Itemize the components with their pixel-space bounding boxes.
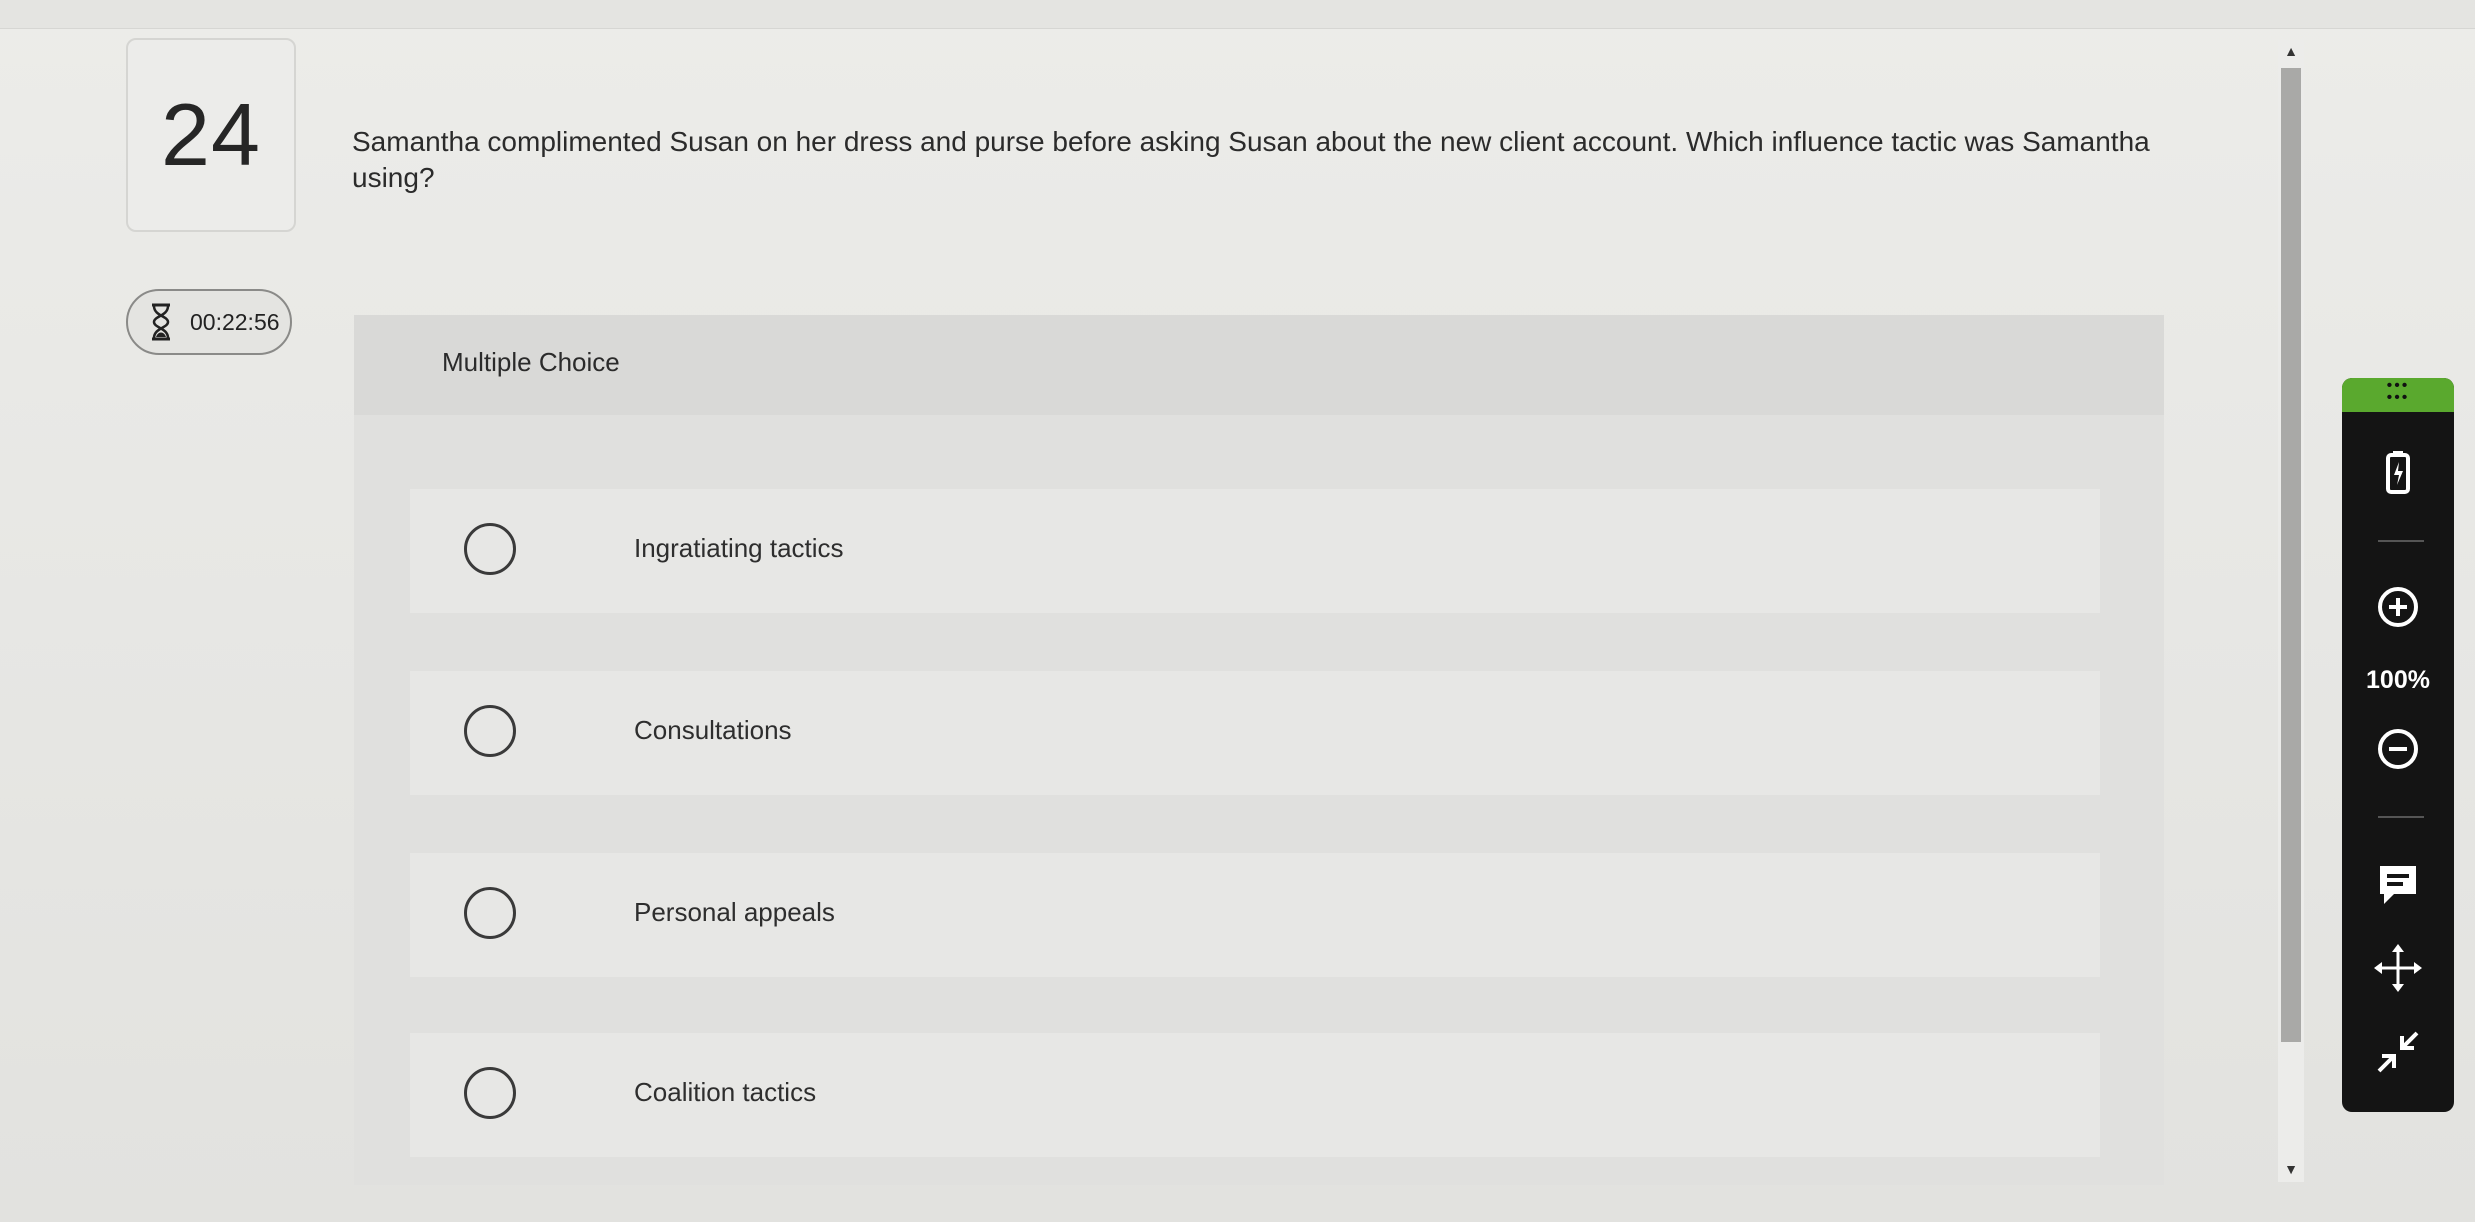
timer-value: 00:22:56 (190, 308, 280, 335)
multiple-choice-panel: Multiple Choice Ingratiating tactics Con… (354, 315, 2164, 1185)
comment-icon (2380, 866, 2416, 904)
top-strip (0, 0, 2475, 29)
zoom-in-button[interactable] (2342, 582, 2454, 632)
option-coalition-tactics[interactable]: Coalition tactics (410, 1033, 2100, 1157)
timer[interactable]: 00:22:56 (126, 289, 292, 355)
floating-toolbar: ••• ••• 100% (2342, 378, 2454, 1112)
multiple-choice-header: Multiple Choice (354, 315, 2164, 415)
toolbar-divider (2378, 816, 2424, 818)
collapse-button[interactable] (2342, 1024, 2454, 1080)
question-text: Samantha complimented Susan on her dress… (352, 126, 2150, 193)
move-icon (2374, 944, 2422, 992)
zoom-level: 100% (2342, 660, 2454, 700)
scroll-down-icon[interactable]: ▼ (2282, 1160, 2300, 1178)
scroll-up-icon[interactable]: ▲ (2282, 42, 2300, 60)
comment-button[interactable] (2342, 860, 2454, 910)
zoom-level-text: 100% (2366, 665, 2430, 694)
option-label: Consultations (634, 715, 792, 745)
multiple-choice-title: Multiple Choice (442, 347, 620, 377)
battery-button[interactable] (2342, 444, 2454, 500)
zoom-in-icon (2378, 587, 2418, 627)
option-label: Personal appeals (634, 897, 835, 927)
zoom-out-button[interactable] (2342, 724, 2454, 774)
option-ingratiating-tactics[interactable]: Ingratiating tactics (410, 489, 2100, 613)
option-consultations[interactable]: Consultations (410, 671, 2100, 795)
hourglass-icon (152, 303, 170, 341)
move-button[interactable] (2342, 940, 2454, 996)
scrollbar-thumb[interactable] (2281, 68, 2301, 1042)
grip-icon: ••• ••• (2386, 378, 2410, 406)
radio-button[interactable] (464, 887, 516, 939)
question-number: 24 (161, 85, 261, 184)
toolbar-divider (2378, 540, 2424, 542)
collapse-icon (2377, 1031, 2419, 1073)
options-area: Ingratiating tactics Consultations Perso… (354, 415, 2164, 1185)
radio-button[interactable] (464, 1067, 516, 1119)
question-number-box: 24 (126, 38, 296, 232)
zoom-out-icon (2378, 729, 2418, 769)
option-label: Ingratiating tactics (634, 533, 844, 563)
radio-button[interactable] (464, 523, 516, 575)
option-personal-appeals[interactable]: Personal appeals (410, 853, 2100, 977)
toolbar-grip[interactable]: ••• ••• (2342, 378, 2454, 412)
option-label: Coalition tactics (634, 1077, 817, 1107)
battery-icon (2386, 451, 2410, 494)
page: 24 00:22:56 Samantha complimented Susan … (0, 0, 2475, 1222)
radio-button[interactable] (464, 705, 516, 757)
